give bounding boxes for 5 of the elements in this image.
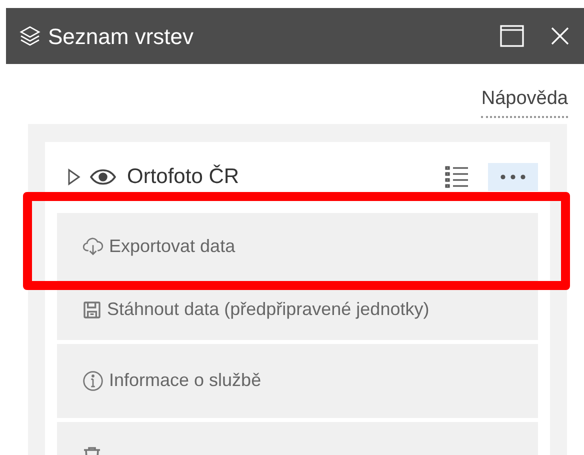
help-link[interactable]: Nápověda (481, 85, 568, 118)
menu-item[interactable]: Exportovat data (57, 212, 538, 280)
window-title: Seznam vrstev (48, 22, 194, 50)
layer-name: Ortofoto ČR (127, 164, 240, 190)
menu-item[interactable]: Informace o službě (57, 344, 538, 418)
